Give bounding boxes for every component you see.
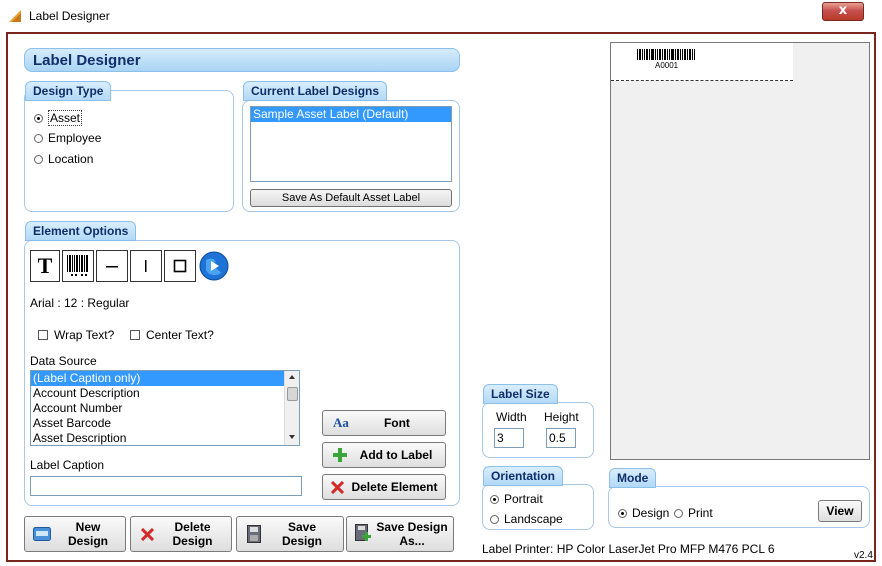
radio-dot [34,133,43,143]
checkbox-label: Wrap Text? [54,328,115,342]
height-input[interactable] [546,428,576,448]
page-title: Label Designer [33,52,141,69]
list-item[interactable]: Asset Description [31,431,299,445]
delete-x-icon [331,480,344,494]
barcode-preview-text: A0001 [655,61,679,70]
checkbox-box [130,330,140,340]
radio-employee[interactable]: Employee [34,131,101,145]
list-scrollbar[interactable] [284,371,299,445]
close-button[interactable]: x [822,2,864,21]
vertical-line-icon [145,260,147,272]
radio-label: Portrait [504,492,543,506]
barcode-icon [67,255,88,276]
image-tool-button[interactable] [198,250,230,282]
width-input[interactable] [494,428,524,448]
scroll-thumb[interactable] [287,387,298,401]
current-designs-tab: Current Label Designs [243,81,388,101]
radio-label: Design [632,506,670,520]
new-design-icon [33,527,51,541]
element-toolbar: T [30,250,230,282]
label-size-tab: Label Size [483,384,558,404]
current-designs-list[interactable]: Sample Asset Label (Default) [250,106,452,182]
label-preview-canvas[interactable]: A0001 [610,42,870,460]
list-item[interactable]: Asset Barcode [31,416,299,431]
save-default-button[interactable]: Save As Default Asset Label [250,189,452,207]
horizontal-line-icon [106,266,118,268]
list-item[interactable]: Account Description [31,386,299,401]
radio-label: Print [688,506,713,520]
save-design-button[interactable]: Save Design [236,516,344,552]
radio-dot [490,494,499,504]
design-type-group [24,90,234,212]
radio-design-mode[interactable]: Design [618,506,669,520]
data-source-label: Data Source [30,354,97,368]
mode-tab: Mode [609,468,657,488]
barcode-tool-button[interactable] [62,250,94,282]
version-text: v2.4 [854,550,873,561]
hline-tool-button[interactable] [96,250,128,282]
width-label: Width [496,410,527,424]
delete-x-icon [141,527,154,541]
scroll-up-icon[interactable] [289,375,295,379]
page-header: Label Designer [24,48,460,72]
checkbox-label: Center Text? [146,328,214,342]
list-item[interactable]: (Label Caption only) [31,371,284,386]
font-description: Arial : 12 : Regular [30,296,130,310]
text-tool-button[interactable]: T [30,250,60,282]
font-button[interactable]: Aa Font [322,410,446,436]
list-item[interactable]: Sample Asset Label (Default) [251,107,451,122]
radio-landscape[interactable]: Landscape [490,512,563,526]
label-caption-label: Label Caption [30,458,105,472]
radio-label: Employee [48,131,102,145]
main-window: Label Designer Design Type Asset Employe… [6,32,876,562]
delete-element-button[interactable]: Delete Element [322,474,446,500]
close-icon: x [838,3,848,18]
radio-dot [34,154,43,164]
data-source-list[interactable]: (Label Caption only) Account Description… [30,370,300,446]
barcode-preview-icon [637,49,695,60]
new-design-button[interactable]: New Design [24,516,126,552]
center-text-checkbox[interactable]: Center Text? [130,328,214,342]
scroll-down-icon[interactable] [289,435,295,439]
add-to-label-button[interactable]: Add to Label [322,442,446,468]
radio-print-mode[interactable]: Print [674,506,713,520]
rectangle-tool-button[interactable] [164,250,196,282]
view-button[interactable]: View [818,500,862,522]
save-as-icon [355,524,371,541]
radio-label: Landscape [504,512,563,526]
height-label: Height [544,410,579,424]
app-icon [9,10,21,22]
text-tool-icon: T [37,253,53,278]
label-caption-input[interactable] [30,476,302,496]
label-sheet: A0001 [611,43,793,81]
label-printer-text: Label Printer: HP Color LaserJet Pro MFP… [482,542,775,556]
radio-label: Asset [48,110,83,126]
image-globe-icon [199,251,229,281]
wrap-text-checkbox[interactable]: Wrap Text? [38,328,114,342]
font-icon: Aa [333,415,349,430]
delete-design-button[interactable]: Delete Design [130,516,232,552]
radio-asset[interactable]: Asset [34,110,83,126]
radio-label: Location [48,152,94,166]
save-design-as-button[interactable]: Save Design As... [346,516,454,552]
title-bar: Label Designer x [0,0,882,30]
element-options-tab: Element Options [25,221,137,241]
radio-location[interactable]: Location [34,152,93,166]
radio-dot [618,508,627,518]
checkbox-box [38,330,48,340]
orientation-tab: Orientation [483,466,564,486]
radio-portrait[interactable]: Portrait [490,492,543,506]
radio-dot [674,508,683,518]
window-title: Label Designer [29,9,110,23]
save-icon [247,525,261,543]
radio-dot [34,113,43,123]
rectangle-icon [173,259,187,273]
list-item[interactable]: Account Number [31,401,299,416]
plus-icon [333,448,347,462]
radio-dot [490,514,499,524]
vline-tool-button[interactable] [130,250,162,282]
design-type-tab: Design Type [25,81,112,101]
